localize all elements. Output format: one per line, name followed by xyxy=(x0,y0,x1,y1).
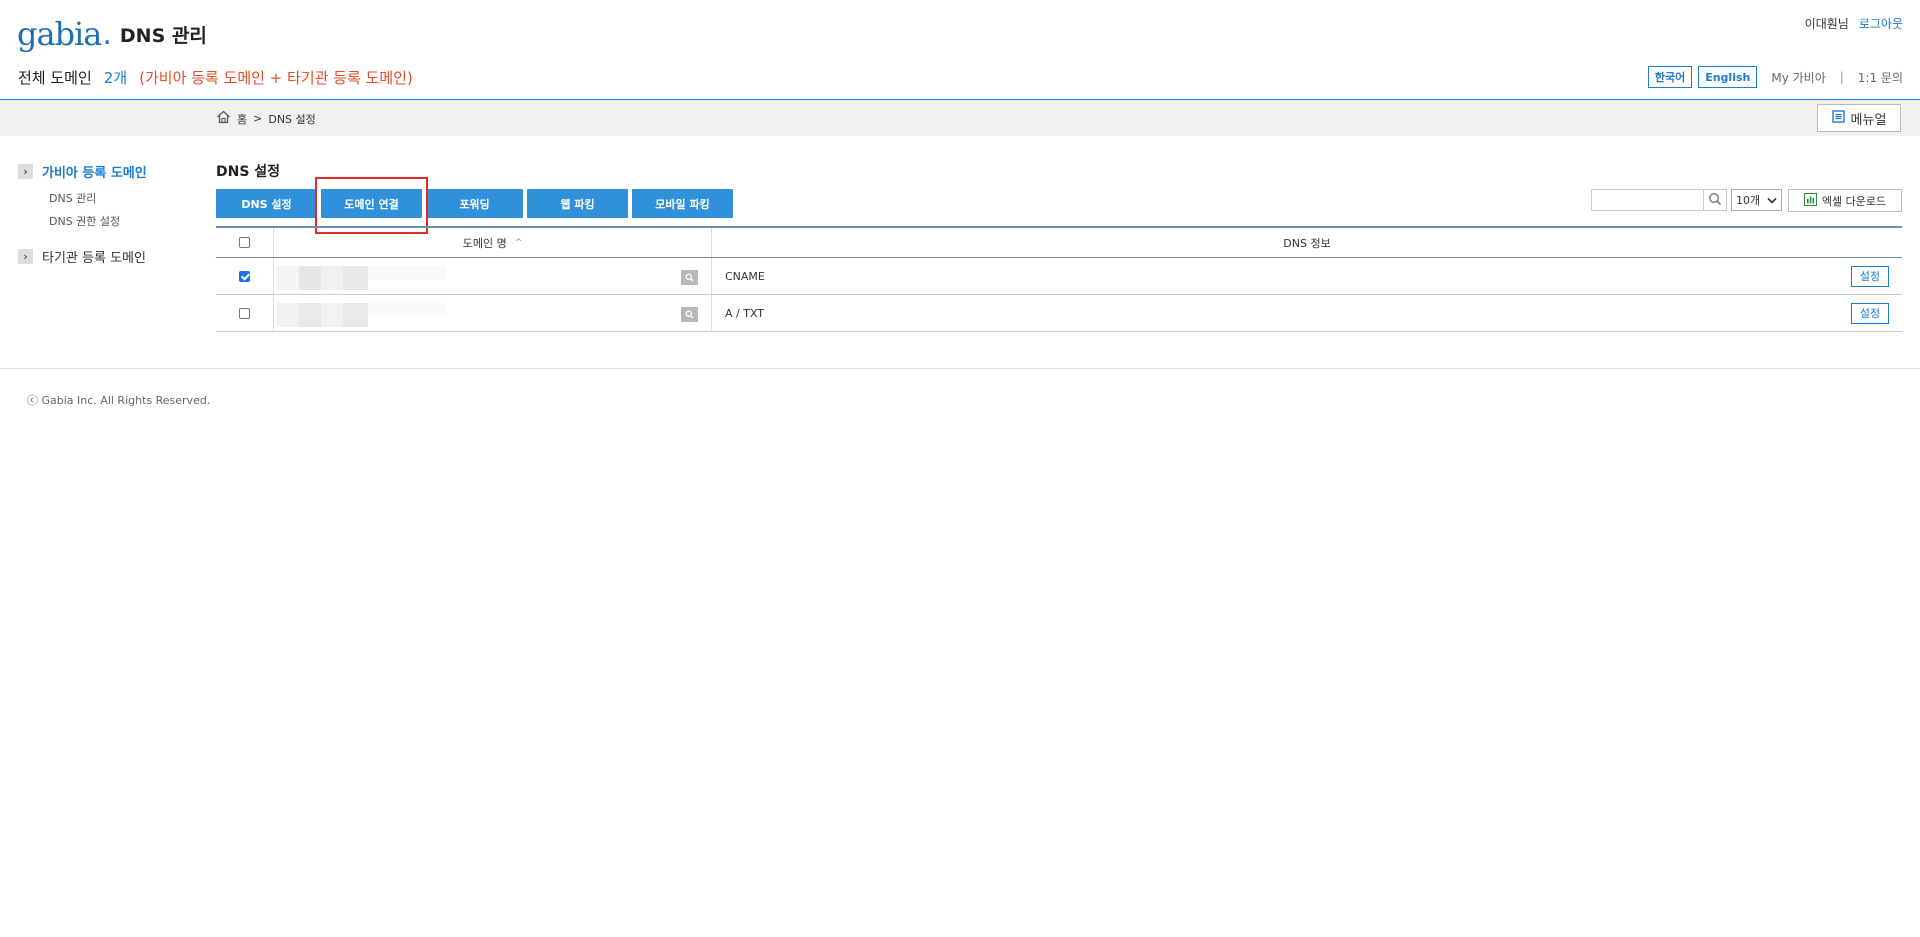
chevron-down-icon xyxy=(1767,194,1777,207)
chevron-right-icon: › xyxy=(18,164,33,179)
redacted-domain xyxy=(277,266,446,290)
home-icon[interactable] xyxy=(216,110,231,127)
dns-info-value: A / TXT xyxy=(725,306,765,320)
row-select-cell[interactable] xyxy=(216,295,274,331)
app-title: DNS 관리 xyxy=(119,24,207,47)
breadcrumb-current: DNS 설정 xyxy=(268,112,316,126)
inquiry-link[interactable]: 1:1 문의 xyxy=(1858,69,1903,86)
search-icon xyxy=(1708,191,1722,210)
domain-name-header-label: 도메인 명 xyxy=(462,236,507,250)
header-select-all[interactable] xyxy=(216,228,274,257)
manual-label: 메뉴얼 xyxy=(1850,112,1887,128)
logout-link[interactable]: 로그아웃 xyxy=(1859,15,1903,32)
table-row: CNAME 설정 xyxy=(216,258,1902,295)
action-tabs: DNS 설정 도메인 연결 포워딩 웹 파킹 모바일 파킹 xyxy=(216,189,733,218)
table-row: A / TXT 설정 xyxy=(216,295,1902,332)
search-button[interactable] xyxy=(1703,189,1727,211)
gabia-logo[interactable]: gabia. DNS 관리 xyxy=(17,14,207,54)
tab-domain-connect[interactable]: 도메인 연결 xyxy=(321,189,422,218)
settings-button[interactable]: 설정 xyxy=(1851,302,1889,324)
document-icon xyxy=(1831,109,1845,127)
select-all-checkbox[interactable] xyxy=(239,237,250,248)
domain-count: 2개 xyxy=(103,69,128,87)
zoom-icon[interactable] xyxy=(681,307,698,322)
breadcrumb: 홈 > DNS 설정 xyxy=(216,110,316,127)
excel-icon xyxy=(1803,192,1817,209)
dns-info-cell: A / TXT 설정 xyxy=(712,295,1902,331)
logo-wordmark: gabia xyxy=(17,15,102,53)
footer-copyright: ⓒ Gabia Inc. All Rights Reserved. xyxy=(27,394,211,407)
sort-asc-icon: ^ xyxy=(514,237,523,248)
row-checkbox[interactable] xyxy=(239,307,250,319)
link-separator: | xyxy=(1839,70,1844,84)
header-dns-info: DNS 정보 xyxy=(712,228,1902,257)
dns-info-value: CNAME xyxy=(725,269,765,283)
settings-button[interactable]: 설정 xyxy=(1851,265,1889,287)
excel-download-label: 엑셀 다운로드 xyxy=(1821,194,1887,208)
sidebar-group-gabia[interactable]: › 가비아 등록 도메인 xyxy=(18,162,188,181)
sidebar-group-other[interactable]: › 타기관 등록 도메인 xyxy=(18,247,188,266)
domain-name-cell xyxy=(274,258,712,294)
tab-web-parking[interactable]: 웹 파킹 xyxy=(527,189,628,218)
summary-description: (가비아 등록 도메인 + 타기관 등록 도메인) xyxy=(139,69,413,87)
chevron-right-icon: › xyxy=(18,249,33,264)
row-checkbox[interactable] xyxy=(239,270,250,282)
domain-table: 도메인 명 ^ DNS 정보 CNAME 설정 A / TXT 설정 xyxy=(216,226,1902,332)
table-header: 도메인 명 ^ DNS 정보 xyxy=(216,226,1902,258)
tab-forwarding[interactable]: 포워딩 xyxy=(426,189,523,218)
dns-info-cell: CNAME 설정 xyxy=(712,258,1902,294)
page-size-select[interactable]: 10개 xyxy=(1731,189,1782,211)
redacted-domain xyxy=(277,303,446,327)
header-domain-name[interactable]: 도메인 명 ^ xyxy=(274,228,712,257)
breadcrumb-home[interactable]: 홈 xyxy=(237,111,247,127)
logo-dot: . xyxy=(102,16,112,52)
domain-name-cell xyxy=(274,295,712,331)
excel-download-button[interactable]: 엑셀 다운로드 xyxy=(1788,189,1902,212)
row-select-cell[interactable] xyxy=(216,258,274,294)
my-gabia-link[interactable]: My 가비아 xyxy=(1771,69,1825,86)
lang-korean-button[interactable]: 한국어 xyxy=(1647,66,1693,88)
sidebar-group-label: 타기관 등록 도메인 xyxy=(42,251,146,266)
tab-dns-settings[interactable]: DNS 설정 xyxy=(216,189,317,218)
user-name: 이대훤님 xyxy=(1804,17,1849,31)
sidebar-item-dns-management[interactable]: DNS 관리 xyxy=(49,190,188,206)
tab-mobile-parking[interactable]: 모바일 파킹 xyxy=(632,189,733,218)
page-size-value: 10개 xyxy=(1736,194,1761,207)
zoom-icon[interactable] xyxy=(681,270,698,285)
user-area: 이대훤님 로그아웃 xyxy=(1805,15,1903,32)
breadcrumb-separator: > xyxy=(253,112,263,125)
summary-label: 전체 도메인 xyxy=(18,69,92,87)
lang-english-button[interactable]: English xyxy=(1698,66,1758,88)
dns-info-header-label: DNS 정보 xyxy=(1283,236,1331,250)
manual-button[interactable]: 메뉴얼 xyxy=(1817,104,1901,132)
search-input[interactable] xyxy=(1591,189,1704,211)
page-title: DNS 설정 xyxy=(216,164,281,180)
top-links: 한국어 English My 가비아 | 1:1 문의 xyxy=(1647,66,1903,88)
sidebar: › 가비아 등록 도메인 DNS 관리 DNS 권한 설정 › 타기관 등록 도… xyxy=(18,162,188,266)
sidebar-group-label: 가비아 등록 도메인 xyxy=(42,166,147,181)
sidebar-item-dns-permission[interactable]: DNS 권한 설정 xyxy=(49,213,188,229)
domain-summary: 전체 도메인 2개 (가비아 등록 도메인 + 타기관 등록 도메인) xyxy=(18,67,413,88)
footer-divider xyxy=(0,368,1920,369)
